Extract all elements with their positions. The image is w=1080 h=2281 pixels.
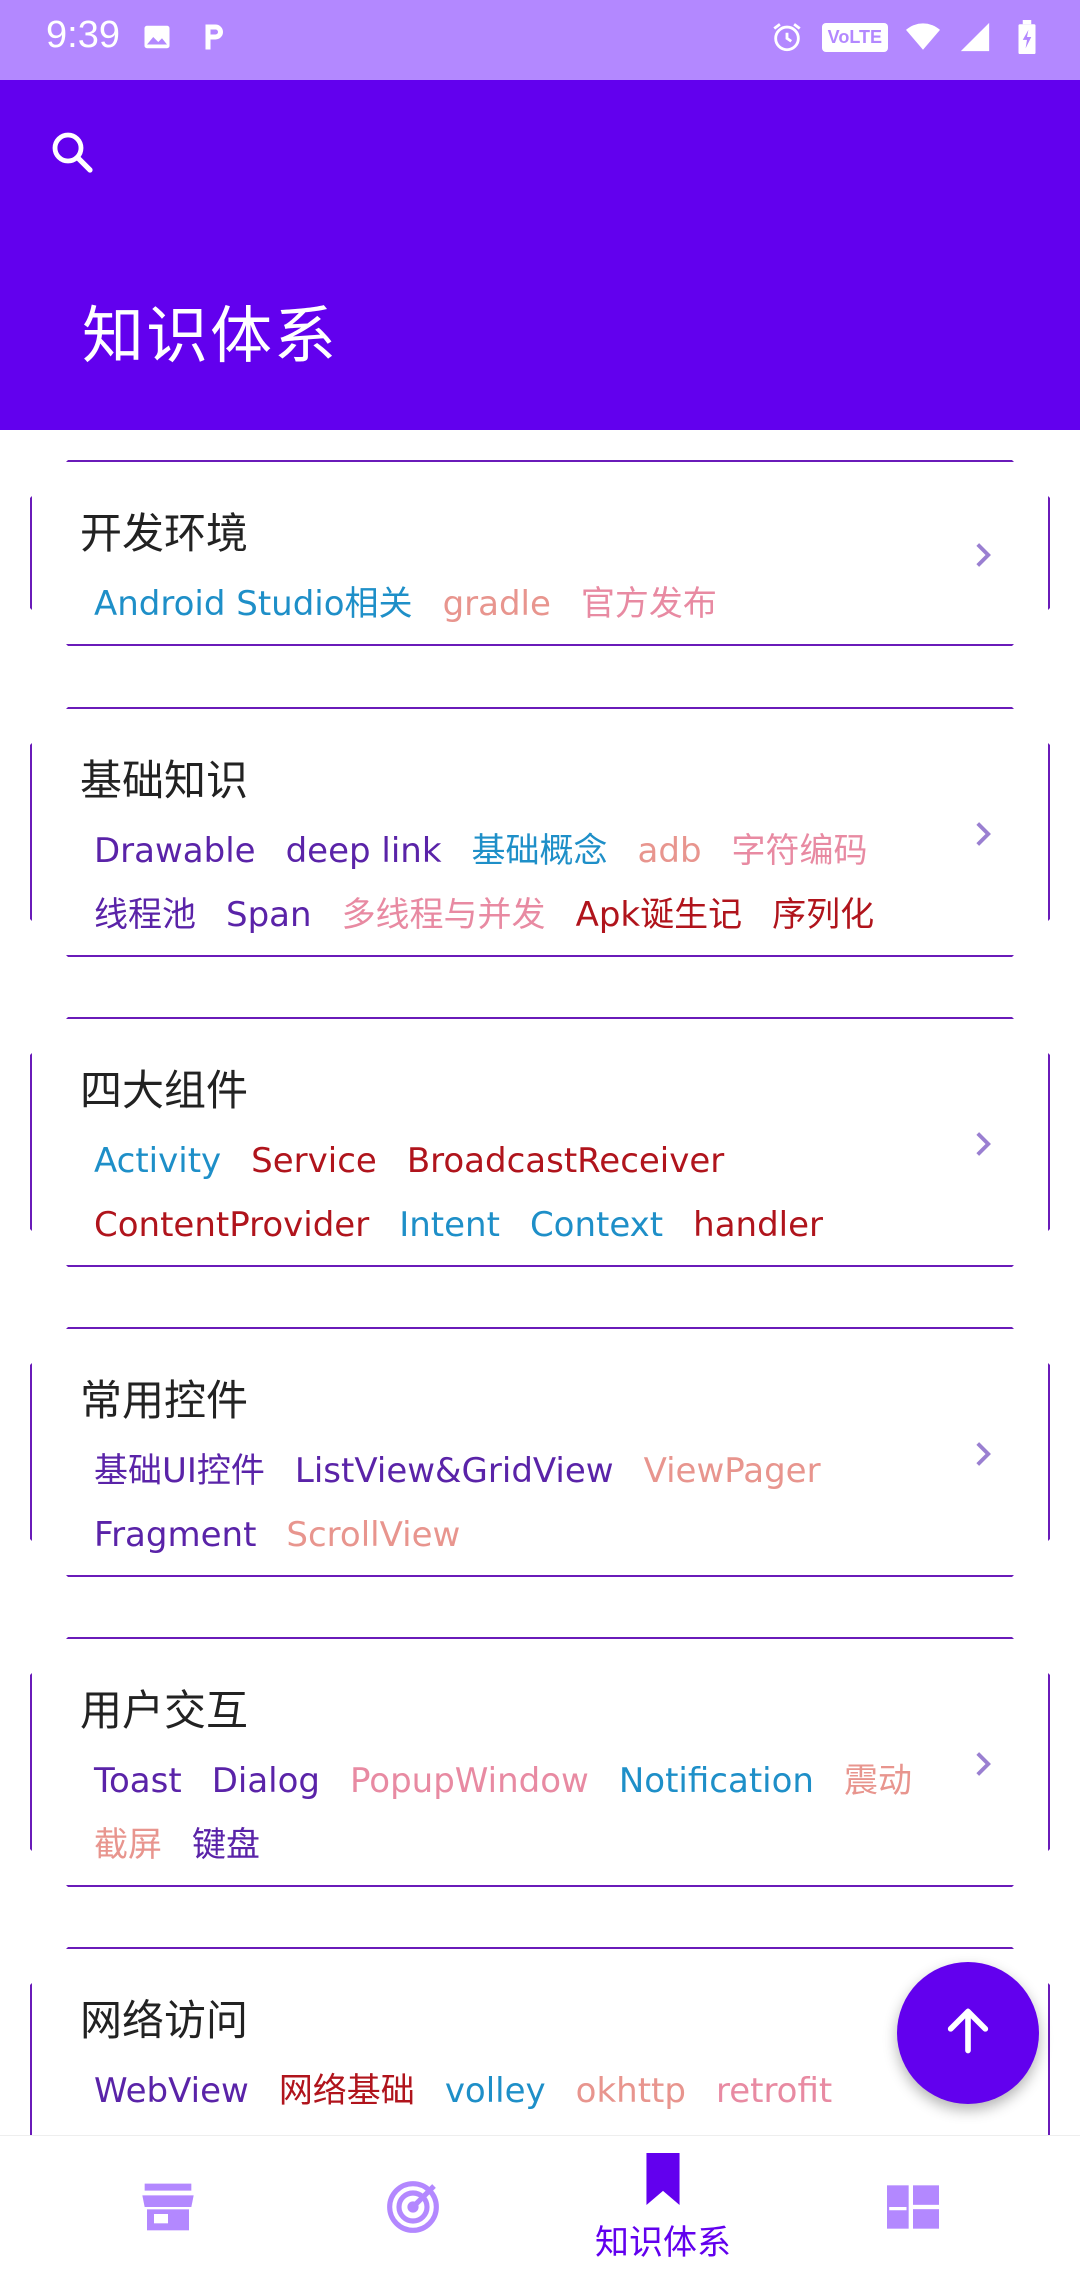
tag[interactable]: ListView&GridView bbox=[295, 1451, 614, 1491]
tag[interactable]: handler bbox=[693, 1205, 823, 1245]
arrow-up-icon bbox=[942, 2005, 994, 2061]
dashboard-icon bbox=[887, 2184, 939, 2233]
card-title: 四大组件 bbox=[80, 1066, 249, 1115]
tag[interactable]: BroadcastReceiver bbox=[407, 1141, 724, 1181]
tag[interactable]: ViewPager bbox=[644, 1451, 821, 1491]
tag[interactable]: Apk诞生记 bbox=[576, 895, 743, 935]
tag[interactable]: WebView bbox=[94, 2071, 249, 2111]
nav-item-discover[interactable] bbox=[278, 2136, 548, 2281]
tag[interactable]: Context bbox=[530, 1205, 663, 1245]
tag[interactable]: Activity bbox=[94, 1141, 221, 1181]
search-button[interactable] bbox=[40, 122, 104, 186]
card-basics[interactable]: 基础知识 Drawable deep link 基础概念 adb 字符编码 线程… bbox=[30, 707, 1050, 957]
store-icon bbox=[140, 2181, 196, 2237]
search-icon bbox=[48, 128, 96, 180]
nav-item-projects[interactable] bbox=[778, 2136, 1048, 2281]
tag[interactable]: deep link bbox=[286, 831, 442, 871]
card-title: 网络访问 bbox=[80, 1996, 249, 2045]
image-icon bbox=[140, 20, 174, 54]
chevron-right-icon bbox=[968, 1744, 998, 1784]
card-four-components[interactable]: 四大组件 Activity Service BroadcastReceiver … bbox=[30, 1017, 1050, 1267]
card-title: 开发环境 bbox=[80, 509, 249, 558]
card-common-widgets[interactable]: 常用控件 基础UI控件 ListView&GridView ViewPager … bbox=[30, 1327, 1050, 1577]
tag[interactable]: okhttp bbox=[576, 2071, 686, 2111]
nav-item-home[interactable] bbox=[33, 2136, 303, 2281]
chevron-right-icon bbox=[968, 814, 998, 854]
tag[interactable]: gradle bbox=[443, 584, 551, 624]
tag[interactable]: volley bbox=[445, 2071, 546, 2111]
chevron-right-icon bbox=[968, 1124, 998, 1164]
radar-icon bbox=[385, 2179, 441, 2239]
knowledge-list[interactable]: 开发环境 Android Studio相关 gradle 官方发布 基础知识 D… bbox=[0, 430, 1080, 2135]
tag[interactable]: retrofit bbox=[716, 2071, 832, 2111]
tag[interactable]: 截屏 bbox=[94, 1825, 162, 1865]
card-title: 基础知识 bbox=[80, 756, 249, 805]
nav-item-knowledge[interactable]: 知识体系 bbox=[528, 2136, 798, 2281]
tag[interactable]: 官方发布 bbox=[581, 584, 717, 624]
card-title: 用户交互 bbox=[80, 1686, 249, 1735]
battery-icon bbox=[1010, 20, 1044, 54]
tag[interactable]: ContentProvider bbox=[94, 1205, 369, 1245]
card-user-interaction[interactable]: 用户交互 Toast Dialog PopupWindow Notificati… bbox=[30, 1637, 1050, 1887]
bottom-navigation: 知识体系 bbox=[0, 2135, 1080, 2281]
alarm-icon bbox=[770, 20, 804, 54]
tag[interactable]: Intent bbox=[399, 1205, 500, 1245]
nav-item-label: 知识体系 bbox=[595, 2223, 731, 2263]
tag[interactable]: 震动 bbox=[844, 1761, 912, 1801]
app-bar: 知识体系 bbox=[0, 80, 1080, 430]
card-dev-environment[interactable]: 开发环境 Android Studio相关 gradle 官方发布 bbox=[30, 460, 1050, 646]
tag[interactable]: Span bbox=[226, 895, 312, 935]
tag[interactable]: 键盘 bbox=[192, 1825, 260, 1865]
tag[interactable]: PopupWindow bbox=[350, 1761, 589, 1801]
scroll-to-top-button[interactable] bbox=[897, 1962, 1039, 2104]
status-bar: 9:39 VoLTE bbox=[0, 0, 1080, 80]
wifi-icon bbox=[906, 20, 940, 54]
tag[interactable]: Toast bbox=[94, 1761, 182, 1801]
status-time: 9:39 bbox=[46, 14, 120, 56]
tag[interactable]: 网络基础 bbox=[279, 2071, 415, 2111]
tag[interactable]: Fragment bbox=[94, 1515, 256, 1555]
page-title: 知识体系 bbox=[82, 299, 339, 372]
tag[interactable]: 基础UI控件 bbox=[94, 1451, 265, 1491]
bookmark-icon bbox=[641, 2153, 685, 2209]
card-title: 常用控件 bbox=[80, 1376, 249, 1425]
tag[interactable]: 字符编码 bbox=[732, 831, 868, 871]
tag[interactable]: Service bbox=[251, 1141, 377, 1181]
tag[interactable]: 多线程与并发 bbox=[342, 895, 546, 935]
volte-badge: VoLTE bbox=[821, 22, 888, 52]
chevron-right-icon bbox=[968, 1434, 998, 1474]
tag[interactable]: Drawable bbox=[94, 831, 256, 871]
tag[interactable]: 线程池 bbox=[94, 895, 196, 935]
signal-icon bbox=[958, 20, 992, 54]
tag[interactable]: 序列化 bbox=[772, 895, 874, 935]
tag[interactable]: Dialog bbox=[212, 1761, 320, 1801]
p-icon bbox=[196, 20, 230, 54]
tag[interactable]: ScrollView bbox=[286, 1515, 460, 1555]
tag[interactable]: Android Studio相关 bbox=[94, 584, 413, 624]
tag[interactable]: adb bbox=[638, 831, 702, 871]
tag[interactable]: 基础概念 bbox=[472, 831, 608, 871]
chevron-right-icon bbox=[968, 535, 998, 575]
tag[interactable]: Notification bbox=[619, 1761, 814, 1801]
